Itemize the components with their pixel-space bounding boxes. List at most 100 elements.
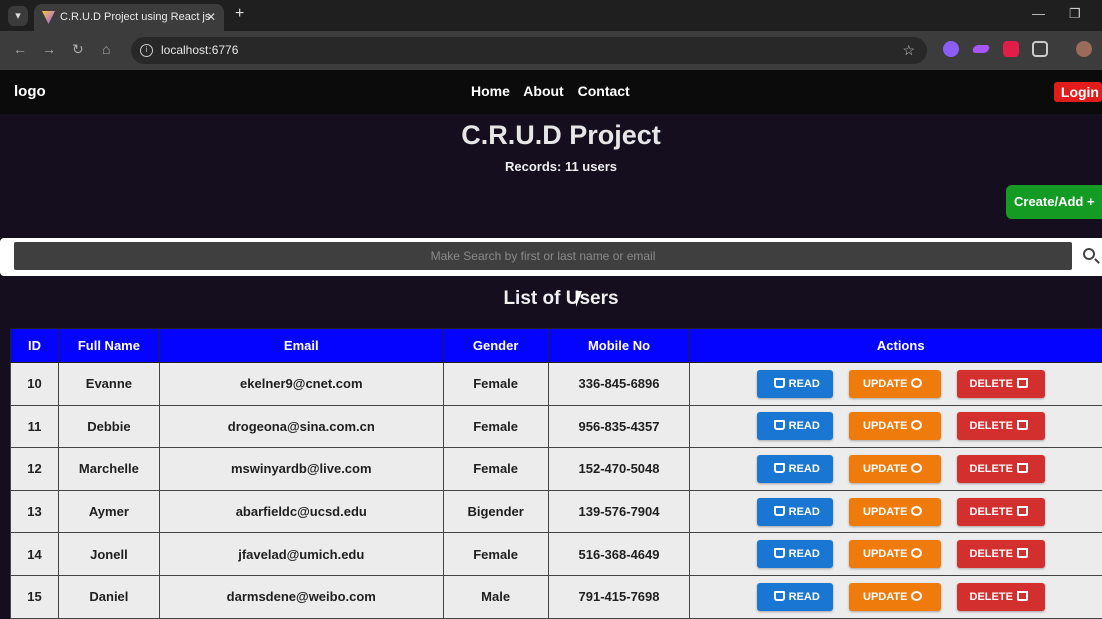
cell-full-name: Daniel [58,575,159,618]
delete-button[interactable]: DELETE [957,498,1045,526]
restore-icon[interactable]: ❐ [1069,6,1081,22]
cell-id: 11 [11,405,59,448]
browser-toolbar: ← → ↻ ⌂ i localhost:6776 ☆ [0,31,1102,70]
nav-link-home[interactable]: Home [471,83,510,99]
cell-email: jfavelad@umich.edu [159,533,443,576]
update-button[interactable]: UPDATE [849,540,941,568]
table-header-row: ID Full Name Email Gender Mobile No Acti… [11,329,1102,363]
cell-id: 15 [11,575,59,618]
site-logo[interactable]: logo [14,83,46,100]
back-icon[interactable]: ← [13,41,27,57]
cell-actions: READ UPDATE DELETE [690,575,1102,618]
header-gender: Gender [443,329,548,363]
update-button[interactable]: UPDATE [849,455,941,483]
profile-avatar[interactable] [1076,41,1092,57]
cell-mobile: 336-845-6896 [548,363,690,406]
cell-gender: Female [443,448,548,491]
trash-icon [1017,506,1028,516]
update-label: UPDATE [863,378,907,390]
login-button[interactable]: Login [1054,82,1102,102]
read-button[interactable]: READ [757,583,833,611]
cell-actions: READ UPDATE DELETE [690,405,1102,448]
cell-email: darmsdene@weibo.com [159,575,443,618]
delete-label: DELETE [970,506,1013,518]
read-button[interactable]: READ [757,540,833,568]
list-title: List of Users [0,288,1102,310]
book-icon [774,548,785,558]
delete-button[interactable]: DELETE [957,455,1045,483]
read-button[interactable]: READ [757,498,833,526]
table-row: 13Aymerabarfieldc@ucsd.eduBigender139-57… [11,490,1102,533]
delete-button[interactable]: DELETE [957,412,1045,440]
site-info-icon[interactable]: i [140,44,153,57]
refresh-icon [911,506,922,516]
cell-actions: READ UPDATE DELETE [690,363,1102,406]
read-label: READ [789,548,820,560]
search-icon[interactable] [1083,248,1095,260]
search-bar [0,238,1102,276]
mouse-cursor-icon [576,291,588,307]
read-label: READ [789,506,820,518]
refresh-icon [911,591,922,601]
home-icon[interactable]: ⌂ [102,41,110,57]
trash-icon [1017,548,1028,558]
book-icon [774,378,785,388]
delete-button[interactable]: DELETE [957,583,1045,611]
nav-link-about[interactable]: About [523,83,563,99]
cell-gender: Female [443,405,548,448]
search-input[interactable] [14,242,1072,270]
tab-search-icon[interactable]: ▾ [8,6,28,26]
browser-tab[interactable]: C.R.U.D Project using React js ✕ [34,4,224,31]
forward-icon[interactable]: → [42,41,56,57]
tab-favicon-icon [42,11,55,24]
book-icon [774,591,785,601]
header-email: Email [159,329,443,363]
reload-icon[interactable]: ↻ [72,41,84,58]
users-table: ID Full Name Email Gender Mobile No Acti… [10,328,1102,619]
read-label: READ [789,463,820,475]
read-button[interactable]: READ [757,412,833,440]
cell-mobile: 956-835-4357 [548,405,690,448]
cell-mobile: 152-470-5048 [548,448,690,491]
address-bar[interactable]: i localhost:6776 ☆ [131,37,927,64]
cell-full-name: Jonell [58,533,159,576]
new-tab-icon[interactable]: + [235,5,244,23]
update-label: UPDATE [863,506,907,518]
cell-gender: Bigender [443,490,548,533]
cell-full-name: Aymer [58,490,159,533]
cell-email: mswinyardb@live.com [159,448,443,491]
update-button[interactable]: UPDATE [849,583,941,611]
browser-tab-strip: ▾ C.R.U.D Project using React js ✕ + — ❐ [0,0,1102,31]
cell-email: drogeona@sina.com.cn [159,405,443,448]
trash-icon [1017,463,1028,473]
cell-gender: Female [443,533,548,576]
refresh-icon [911,463,922,473]
cell-id: 14 [11,533,59,576]
nav-link-contact[interactable]: Contact [578,83,630,99]
header-full-name: Full Name [58,329,159,363]
cell-gender: Male [443,575,548,618]
tab-title: C.R.U.D Project using React js [60,11,210,23]
bookmark-star-icon[interactable]: ☆ [902,37,915,64]
read-label: READ [789,378,820,390]
extension-red-icon[interactable] [1003,41,1019,57]
delete-button[interactable]: DELETE [957,540,1045,568]
update-button[interactable]: UPDATE [849,498,941,526]
cell-actions: READ UPDATE DELETE [690,490,1102,533]
extension-feather-icon[interactable] [972,45,991,53]
minimize-icon[interactable]: — [1032,6,1045,21]
create-add-button[interactable]: Create/Add + [1006,185,1102,219]
cell-full-name: Debbie [58,405,159,448]
update-label: UPDATE [863,420,907,432]
delete-button[interactable]: DELETE [957,370,1045,398]
extension-gear-icon[interactable] [943,41,959,57]
cell-gender: Female [443,363,548,406]
extensions-puzzle-icon[interactable] [1032,41,1048,57]
update-label: UPDATE [863,548,907,560]
tab-close-icon[interactable]: ✕ [206,4,216,31]
update-button[interactable]: UPDATE [849,412,941,440]
read-button[interactable]: READ [757,370,833,398]
update-button[interactable]: UPDATE [849,370,941,398]
cell-mobile: 516-368-4649 [548,533,690,576]
read-button[interactable]: READ [757,455,833,483]
